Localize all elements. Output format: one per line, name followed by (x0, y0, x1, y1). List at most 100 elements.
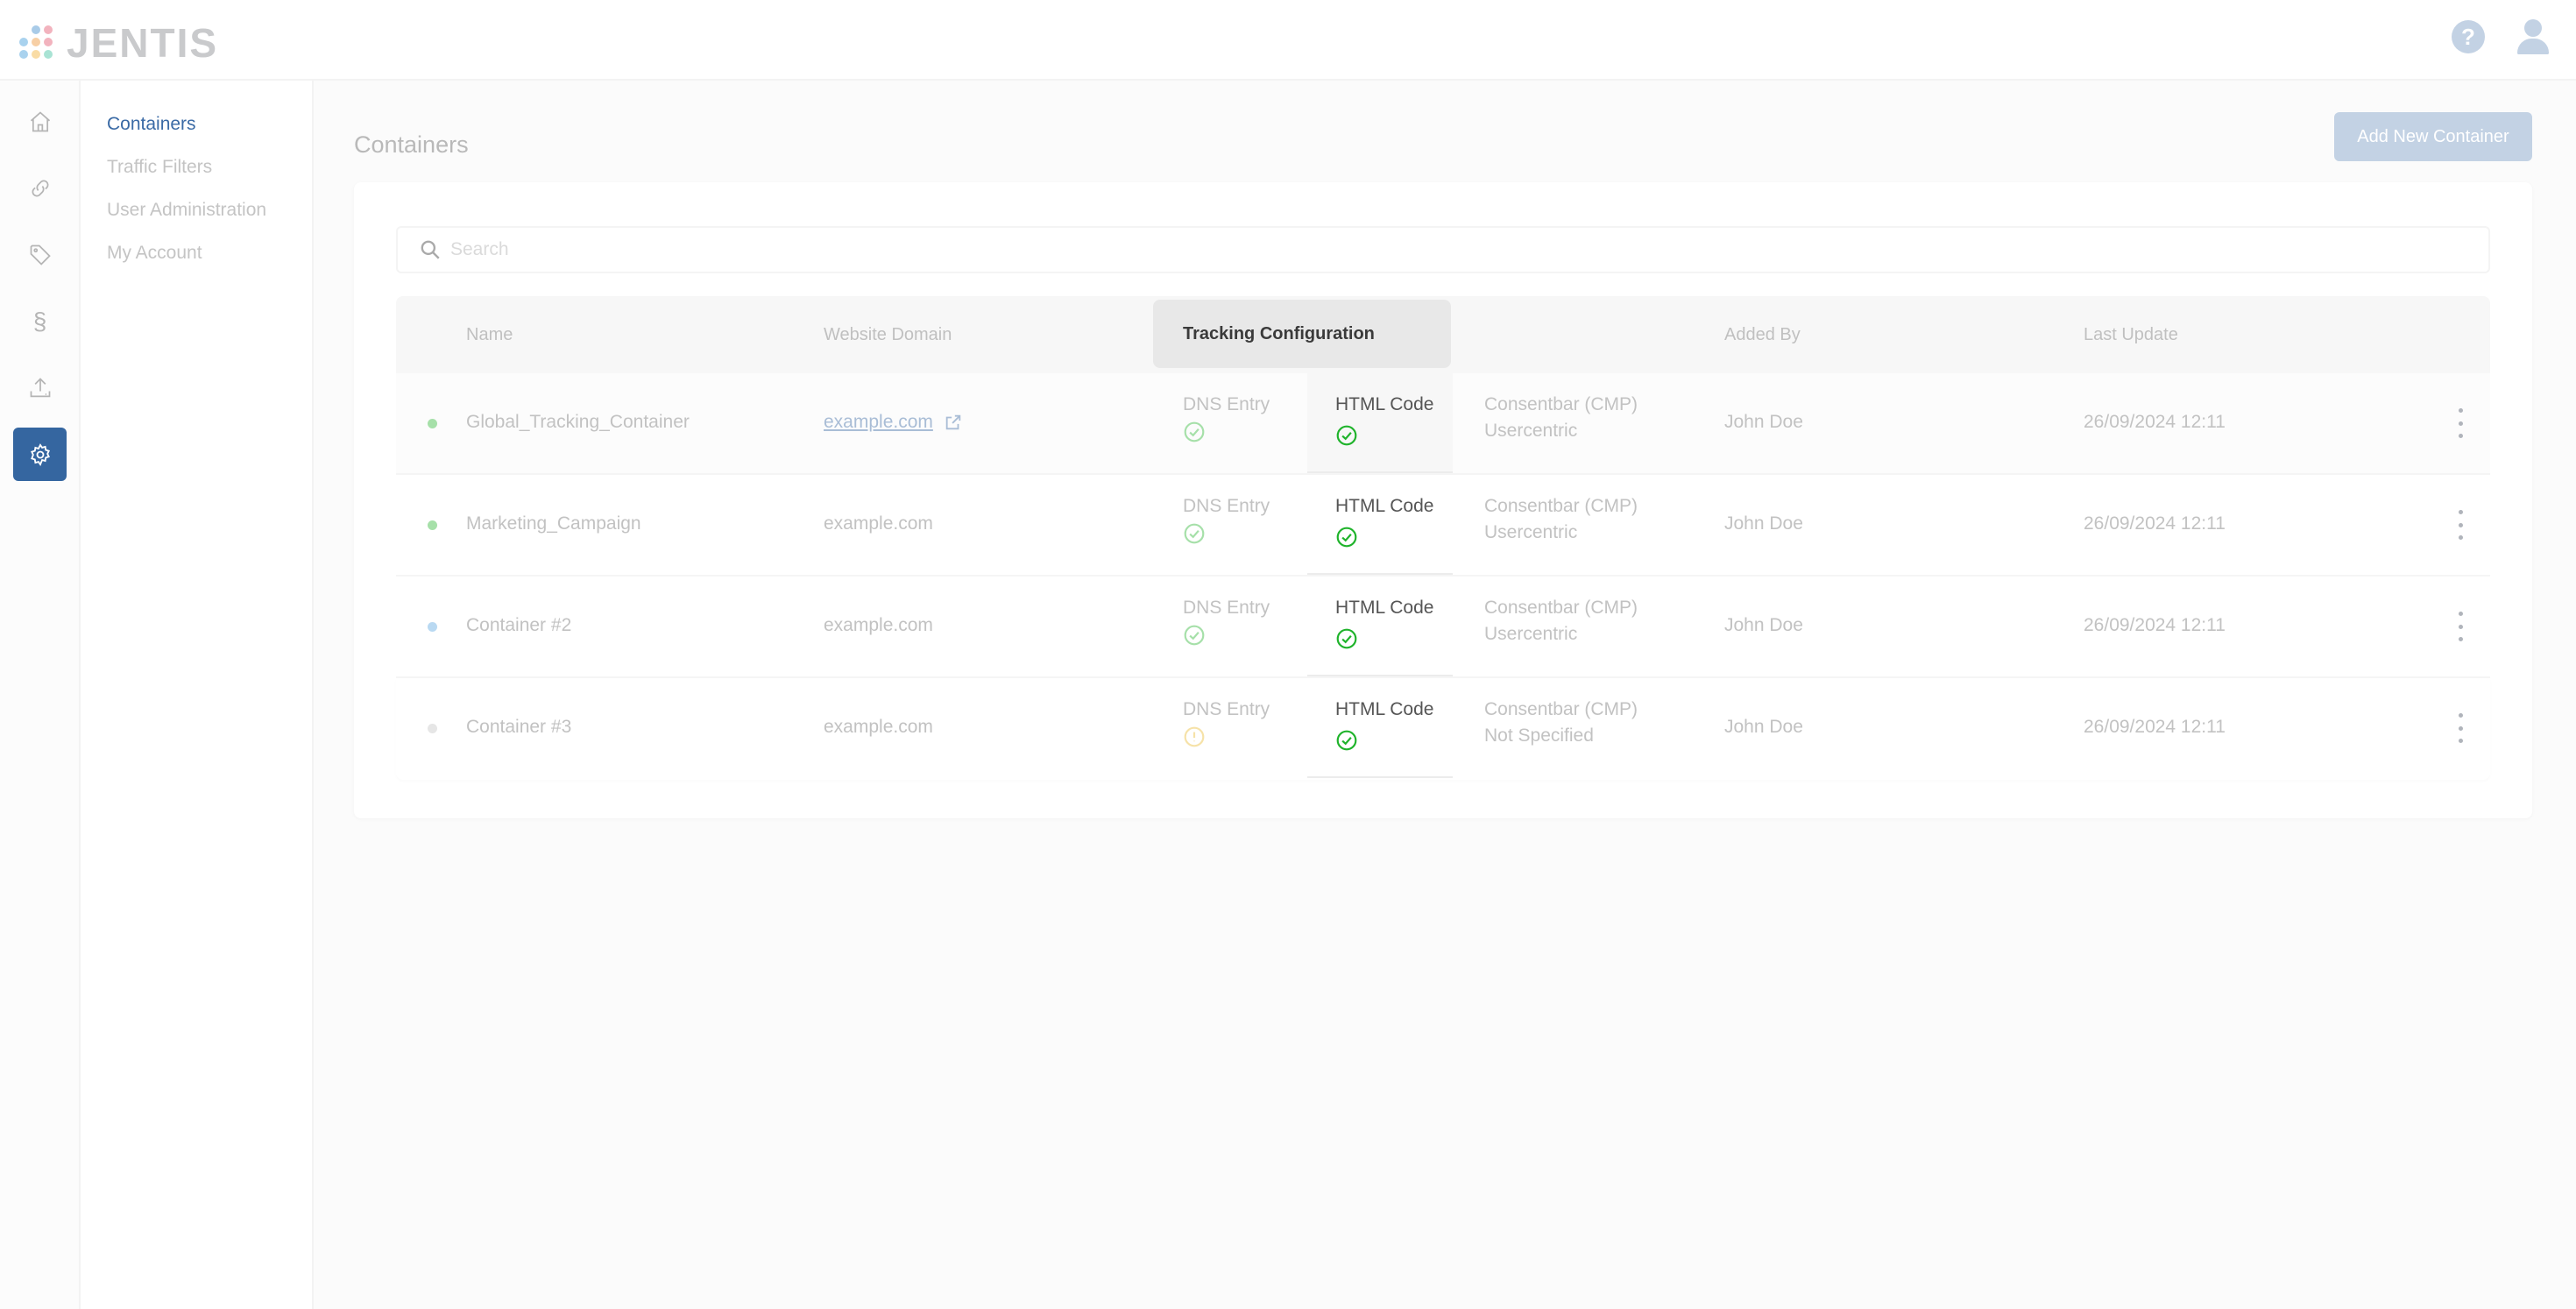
consentbar-value: Usercentric (1484, 624, 1578, 644)
added-by: John Doe (1724, 615, 1803, 635)
external-link-icon[interactable] (944, 413, 963, 432)
added-by: John Doe (1724, 513, 1803, 534)
container-name[interactable]: Marketing_Campaign (466, 513, 641, 534)
containers-table: Name Website Domain Tracking Configurati… (396, 296, 2490, 780)
subnav-item-traffic-filters[interactable]: Traffic Filters (107, 157, 212, 178)
search-field[interactable] (396, 226, 2490, 273)
table-row[interactable]: Container #3 example.com DNS Entry HTML … (396, 678, 2490, 780)
table-row[interactable]: Container #2 example.com DNS Entry HTML … (396, 577, 2490, 678)
check-circle-icon (1184, 523, 1205, 544)
check-circle-icon (1184, 625, 1205, 646)
table-row[interactable]: Global_Tracking_Container example.com DN… (396, 373, 2490, 475)
last-update: 26/09/2024 12:11 (2084, 412, 2226, 432)
rail-item-tags[interactable] (13, 228, 67, 281)
page-title: Containers (354, 131, 469, 158)
check-circle-icon (1336, 527, 1357, 548)
status-dot (428, 520, 437, 530)
dns-entry-status: DNS Entry (1183, 699, 1270, 748)
status-dot (428, 622, 437, 632)
containers-card: Name Website Domain Tracking Configurati… (354, 182, 2532, 818)
status-dot (428, 724, 437, 733)
consentbar-label: Consentbar (CMP) (1484, 699, 1638, 719)
home-icon (30, 110, 50, 131)
column-header-tracking-configuration[interactable]: Tracking Configuration (1153, 300, 1451, 368)
row-actions-menu-button[interactable] (2452, 612, 2469, 641)
help-icon[interactable]: ? (2452, 20, 2485, 53)
warning-circle-icon (1184, 726, 1205, 747)
subnav-item-my-account[interactable]: My Account (107, 243, 202, 264)
container-name[interactable]: Container #2 (466, 615, 571, 636)
status-dot (428, 419, 437, 428)
tag-icon (30, 244, 51, 265)
user-icon[interactable] (2516, 19, 2550, 54)
rail-item-settings[interactable] (13, 428, 67, 481)
html-code-status: HTML Code (1307, 577, 1453, 676)
consentbar-label: Consentbar (CMP) (1484, 496, 1638, 516)
dns-entry-label: DNS Entry (1183, 496, 1270, 516)
consentbar-label: Consentbar (CMP) (1484, 598, 1638, 618)
section-sign-icon: § (32, 307, 47, 335)
website-domain-link[interactable]: example.com (824, 412, 933, 433)
column-header-last-update[interactable]: Last Update (2084, 296, 2178, 373)
consentbar-value: Not Specified (1484, 725, 1594, 746)
search-input[interactable] (450, 239, 2203, 260)
consentbar-label: Consentbar (CMP) (1484, 394, 1638, 414)
dns-entry-label: DNS Entry (1183, 699, 1270, 719)
logo-mark-icon (19, 24, 54, 62)
top-bar: JENTIS ? (0, 0, 2576, 81)
column-header-added-by[interactable]: Added By (1724, 296, 1801, 373)
check-circle-icon (1184, 421, 1205, 442)
last-update: 26/09/2024 12:11 (2084, 717, 2226, 737)
rail-item-home[interactable] (13, 95, 67, 148)
added-by: John Doe (1724, 412, 1803, 432)
search-icon (421, 240, 440, 259)
row-actions-menu-button[interactable] (2452, 510, 2469, 540)
html-code-label: HTML Code (1335, 598, 1434, 618)
html-code-status: HTML Code (1307, 678, 1453, 778)
website-domain-text: example.com (824, 615, 933, 635)
link-icon (32, 180, 48, 196)
row-actions-menu-button[interactable] (2452, 713, 2469, 743)
last-update: 26/09/2024 12:11 (2084, 513, 2226, 534)
row-actions-menu-button[interactable] (2452, 408, 2469, 438)
consentbar-value: Usercentric (1484, 421, 1578, 441)
dns-entry-status: DNS Entry (1183, 394, 1270, 443)
dns-entry-status: DNS Entry (1183, 496, 1270, 545)
consentbar-status: Consentbar (CMP) Usercentric (1484, 496, 1638, 543)
upload-icon (30, 377, 50, 397)
consentbar-status: Consentbar (CMP) Usercentric (1484, 598, 1638, 645)
check-circle-icon (1336, 730, 1357, 751)
subnav-item-user-administration[interactable]: User Administration (107, 200, 266, 221)
dns-entry-label: DNS Entry (1183, 598, 1270, 618)
table-body: Global_Tracking_Container example.com DN… (396, 373, 2490, 780)
rail-item-links[interactable] (13, 161, 67, 215)
column-header-domain[interactable]: Website Domain (824, 296, 952, 373)
column-header-name[interactable]: Name (466, 296, 513, 373)
subnav-item-containers[interactable]: Containers (107, 114, 196, 135)
rail-item-upload[interactable] (13, 361, 67, 414)
website-domain-text: example.com (824, 513, 933, 534)
added-by: John Doe (1724, 717, 1803, 737)
settings-subnav: Containers Traffic Filters User Administ… (81, 81, 314, 1309)
logo[interactable]: JENTIS (19, 19, 218, 67)
check-circle-icon (1336, 425, 1357, 446)
rail-item-legal[interactable]: § (13, 294, 67, 348)
consentbar-status: Consentbar (CMP) Not Specified (1484, 699, 1638, 746)
table-row[interactable]: Marketing_Campaign example.com DNS Entry… (396, 475, 2490, 577)
dns-entry-status: DNS Entry (1183, 598, 1270, 647)
html-code-label: HTML Code (1335, 394, 1434, 414)
add-new-container-button[interactable]: Add New Container (2334, 112, 2532, 161)
consentbar-value: Usercentric (1484, 522, 1578, 542)
last-update: 26/09/2024 12:11 (2084, 615, 2226, 635)
html-code-status: HTML Code (1307, 373, 1453, 473)
logo-text: JENTIS (67, 20, 219, 66)
check-circle-icon (1336, 628, 1357, 649)
container-name[interactable]: Container #3 (466, 717, 571, 738)
html-code-status: HTML Code (1307, 475, 1453, 575)
container-name[interactable]: Global_Tracking_Container (466, 412, 690, 433)
icon-rail: § (0, 81, 81, 1309)
table-header: Name Website Domain Tracking Configurati… (396, 296, 2490, 373)
gear-icon (30, 442, 50, 466)
consentbar-status: Consentbar (CMP) Usercentric (1484, 394, 1638, 442)
html-code-label: HTML Code (1335, 496, 1434, 516)
